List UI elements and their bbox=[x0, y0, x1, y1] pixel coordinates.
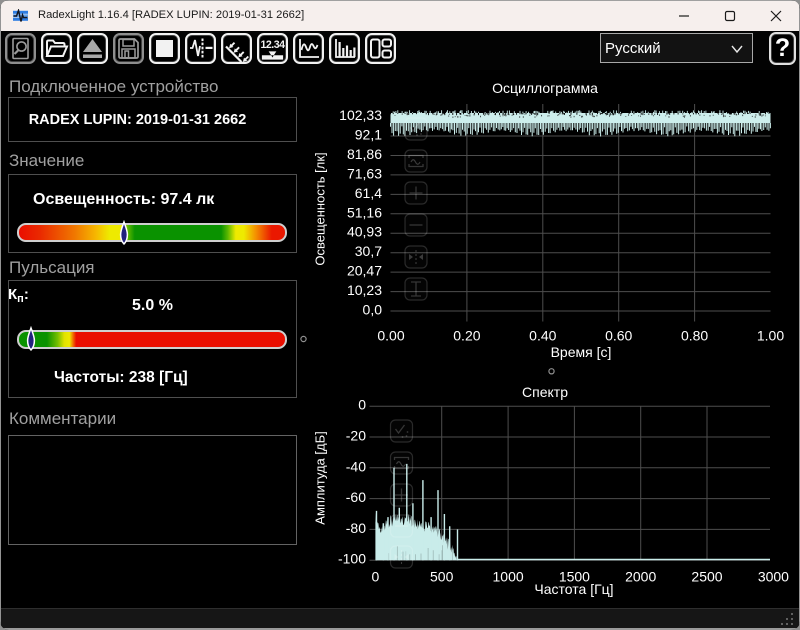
svg-text:Частота [Гц]: Частота [Гц] bbox=[534, 581, 613, 597]
svg-text:20,47: 20,47 bbox=[347, 263, 382, 279]
svg-text:40,93: 40,93 bbox=[347, 224, 382, 240]
svg-text:500: 500 bbox=[430, 569, 454, 585]
svg-text:1000: 1000 bbox=[493, 569, 524, 585]
svg-text:0.60: 0.60 bbox=[605, 328, 632, 344]
svg-text:3000: 3000 bbox=[758, 569, 789, 585]
svg-text:Амплитуда [дБ]: Амплитуда [дБ] bbox=[313, 431, 328, 524]
svg-text:Осциллограмма: Осциллограмма bbox=[492, 80, 598, 96]
svg-text:0: 0 bbox=[358, 397, 366, 413]
svg-text:51,16: 51,16 bbox=[347, 204, 382, 220]
svg-text:81,86: 81,86 bbox=[347, 146, 382, 162]
svg-text:Спектр: Спектр bbox=[522, 384, 568, 400]
svg-text:1.00: 1.00 bbox=[757, 328, 784, 344]
svg-text:0.80: 0.80 bbox=[681, 328, 708, 344]
svg-text:-40: -40 bbox=[346, 458, 366, 474]
svg-text:0: 0 bbox=[372, 569, 380, 585]
svg-text:92,1: 92,1 bbox=[355, 127, 382, 143]
svg-text:0.20: 0.20 bbox=[453, 328, 480, 344]
svg-text:Освещенность [лк]: Освещенность [лк] bbox=[313, 152, 328, 265]
svg-text:0.00: 0.00 bbox=[377, 328, 404, 344]
svg-text:-100: -100 bbox=[338, 551, 366, 567]
svg-text:61,4: 61,4 bbox=[355, 185, 382, 201]
svg-text:71,63: 71,63 bbox=[347, 165, 382, 181]
svg-text:-20: -20 bbox=[346, 428, 366, 444]
svg-text:0.40: 0.40 bbox=[529, 328, 556, 344]
svg-text:2500: 2500 bbox=[691, 569, 722, 585]
svg-text:Время [с]: Время [с] bbox=[551, 344, 612, 360]
svg-text:0,0: 0,0 bbox=[363, 302, 383, 318]
svg-text:102,33: 102,33 bbox=[339, 107, 382, 123]
svg-text:30,7: 30,7 bbox=[355, 243, 382, 259]
svg-text:10,23: 10,23 bbox=[347, 282, 382, 298]
svg-text:-80: -80 bbox=[346, 520, 366, 536]
svg-text:12.34: 12.34 bbox=[260, 39, 285, 51]
svg-text:2000: 2000 bbox=[625, 569, 656, 585]
svg-text:-60: -60 bbox=[346, 489, 366, 505]
